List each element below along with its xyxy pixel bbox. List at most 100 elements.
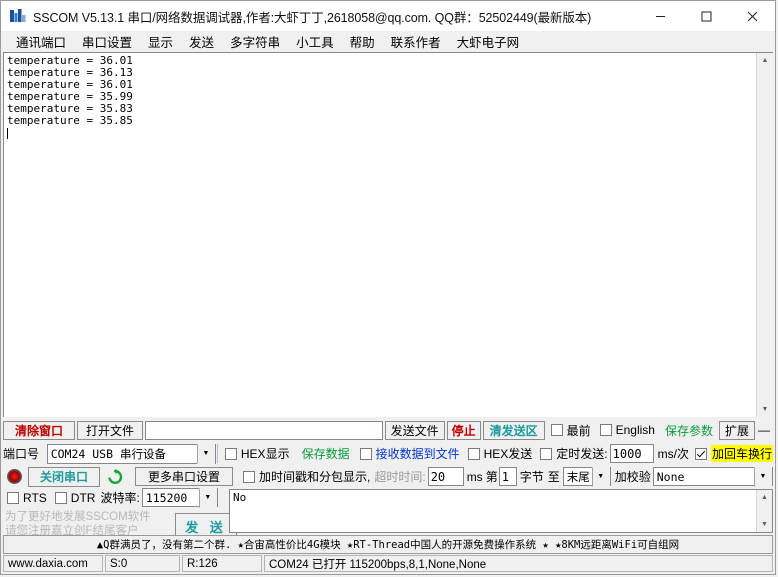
scroll-down-arrow[interactable]: ▼ <box>757 402 773 417</box>
chevron-down-icon[interactable]: ▼ <box>754 466 772 487</box>
save-params-button[interactable]: 保存参数 <box>661 421 717 440</box>
receive-to-file-checkbox-box <box>359 447 372 460</box>
port-control-row: 关闭串口 更多串口设置 加时间戳和分包显示, 超时时间: 20 ms 第 1 字… <box>1 465 775 488</box>
baud-rate-label: 波特率: <box>100 491 140 505</box>
advertisement-bar[interactable]: ▲Q群满员了，没有第二个群. ★合宙高性价比4G模块 ★RT-Thread中国人… <box>3 535 773 554</box>
maximize-button[interactable] <box>683 1 729 31</box>
receive-to-file-checkbox[interactable]: 接收数据到文件 <box>359 445 460 462</box>
rts-label: RTS <box>23 490 47 505</box>
chevron-down-icon[interactable]: ▼ <box>591 466 610 487</box>
menu-item-comm-port[interactable]: 通讯端口 <box>8 31 74 52</box>
send-scrollbar[interactable]: ▲ ▼ <box>756 490 772 532</box>
dtr-label: DTR <box>70 490 96 505</box>
baud-rate-select-value: 115200 <box>145 490 188 505</box>
save-data-button[interactable]: 保存数据 <box>298 444 354 463</box>
send-interval-input[interactable]: 1000 <box>609 444 654 463</box>
checksum-label: 加校验 <box>614 470 651 484</box>
timestamp-checkbox[interactable]: 加时间戳和分包显示, <box>243 468 370 485</box>
sscom-window: SSCOM V5.13.1 串口/网络数据调试器,作者:大虾丁丁,2618058… <box>0 0 776 575</box>
timed-send-label: 定时发送: <box>556 447 608 461</box>
hex-display-checkbox[interactable]: HEX显示 <box>224 445 290 462</box>
receive-to-file-label: 接收数据到文件 <box>375 447 460 461</box>
menu-item-send[interactable]: 发送 <box>181 31 222 52</box>
english-checkbox-box <box>599 424 612 436</box>
terminal-text: temperature = 36.01 temperature = 36.13 … <box>7 54 133 128</box>
status-sent-count: S:0 <box>105 555 180 572</box>
scroll-up-arrow[interactable]: ▲ <box>757 53 773 68</box>
hex-display-label: HEX显示 <box>240 447 290 461</box>
terminal-output[interactable]: temperature = 36.01 temperature = 36.13 … <box>4 53 756 417</box>
byte-index-input[interactable]: 1 <box>498 467 517 486</box>
clear-window-button[interactable]: 清除窗口 <box>3 420 75 440</box>
timed-send-checkbox-box <box>540 447 553 460</box>
menu-item-tools[interactable]: 小工具 <box>288 31 342 52</box>
refresh-ports-icon[interactable] <box>106 468 123 485</box>
collapse-button[interactable]: — <box>755 421 773 440</box>
timeout-unit: ms <box>466 469 483 484</box>
port-and-options-row: 端口号 COM24 USB 串行设备 ▼ HEX显示 保存数据 接收数据到文件 … <box>1 442 775 465</box>
window-title: SSCOM V5.13.1 串口/网络数据调试器,作者:大虾丁丁,2618058… <box>33 10 592 25</box>
topmost-checkbox-box <box>550 424 563 436</box>
port-select[interactable]: COM24 USB 串行设备 ▼ <box>46 443 216 464</box>
hex-send-label: HEX发送 <box>483 447 533 461</box>
rts-checkbox[interactable]: RTS <box>7 491 47 505</box>
title-bar: SSCOM V5.13.1 串口/网络数据调试器,作者:大虾丁丁,2618058… <box>1 1 775 31</box>
crlf-label: 加回车换行 <box>710 445 773 462</box>
checksum-select[interactable]: None ▼ <box>652 466 773 487</box>
menu-item-contact-author[interactable]: 联系作者 <box>383 31 449 52</box>
app-icon <box>9 7 27 25</box>
file-toolbar-row: 清除窗口 打开文件 发送文件 停止 清发送区 最前 English 保存参数 扩… <box>1 418 775 442</box>
topmost-checkbox[interactable]: 最前 <box>550 422 591 439</box>
close-button[interactable] <box>729 1 775 31</box>
chevron-down-icon[interactable]: ▼ <box>196 443 215 464</box>
menu-item-port-settings[interactable]: 串口设置 <box>74 31 140 52</box>
status-website[interactable]: www.daxia.com <box>3 555 103 572</box>
timestamp-label: 加时间戳和分包显示, <box>259 470 371 484</box>
byte-end-select[interactable]: 末尾 ▼ <box>562 466 611 487</box>
window-controls <box>637 1 775 31</box>
byte-label: 字节 <box>519 470 544 484</box>
menu-item-multi-string[interactable]: 多字符串 <box>222 31 288 52</box>
send-input-area[interactable]: No ▲ ▼ <box>229 489 773 533</box>
stop-button[interactable]: 停止 <box>446 420 481 440</box>
send-interval-unit: ms/次 <box>657 447 689 461</box>
dtr-checkbox[interactable]: DTR <box>54 490 96 505</box>
baud-rate-select[interactable]: 115200 ▼ <box>141 487 218 508</box>
menu-item-help[interactable]: 帮助 <box>342 31 383 52</box>
scroll-down-arrow[interactable]: ▼ <box>757 517 772 532</box>
file-path-input[interactable] <box>145 420 383 440</box>
timed-send-checkbox[interactable]: 定时发送: <box>540 445 608 462</box>
extend-button[interactable]: 扩展 <box>719 420 755 440</box>
status-received-count: R:126 <box>182 555 262 572</box>
receive-scrollbar[interactable]: ▲ ▼ <box>756 53 773 417</box>
dtr-checkbox-box <box>54 491 67 504</box>
timeout-label: 超时时间: <box>374 470 426 484</box>
close-port-button[interactable]: 关闭串口 <box>28 466 100 487</box>
scroll-up-arrow[interactable]: ▲ <box>757 490 772 505</box>
crlf-checkbox[interactable]: 加回车换行 <box>694 445 773 462</box>
port-select-value: COM24 USB 串行设备 <box>50 446 166 461</box>
registration-line-1: 为了更好地发展SSCOM软件 <box>5 511 151 523</box>
topmost-label: 最前 <box>566 423 591 438</box>
hex-send-checkbox[interactable]: HEX发送 <box>467 445 533 462</box>
checksum-select-value: None <box>656 469 685 484</box>
chevron-down-icon[interactable]: ▼ <box>198 487 217 508</box>
byte-prefix-label: 第 <box>485 470 498 484</box>
timestamp-checkbox-box <box>243 470 255 483</box>
crlf-checkbox-box <box>694 447 707 460</box>
more-port-settings-button[interactable]: 更多串口设置 <box>135 467 233 486</box>
send-textarea[interactable]: No <box>230 490 756 532</box>
clear-send-area-button[interactable]: 清发送区 <box>482 420 545 440</box>
send-file-button[interactable]: 发送文件 <box>384 420 445 440</box>
minimize-button[interactable] <box>637 1 683 31</box>
rts-checkbox-box <box>7 491 19 504</box>
status-bar: www.daxia.com S:0 R:126 COM24 已打开 115200… <box>1 554 775 574</box>
open-file-button[interactable]: 打开文件 <box>77 420 143 440</box>
menu-item-daxia-website[interactable]: 大虾电子网 <box>449 31 528 52</box>
registration-note: 为了更好地发展SSCOM软件 请您注册嘉立创F结尾客户 <box>3 507 169 538</box>
send-row: RTS DTR 波特率: 115200 ▼ 为了更好地发展SSCOM软件 请您注… <box>1 487 775 539</box>
timeout-input[interactable]: 20 <box>427 467 464 486</box>
menu-item-display[interactable]: 显示 <box>140 31 181 52</box>
receive-area: temperature = 36.01 temperature = 36.13 … <box>3 52 773 417</box>
english-checkbox[interactable]: English <box>599 423 655 437</box>
